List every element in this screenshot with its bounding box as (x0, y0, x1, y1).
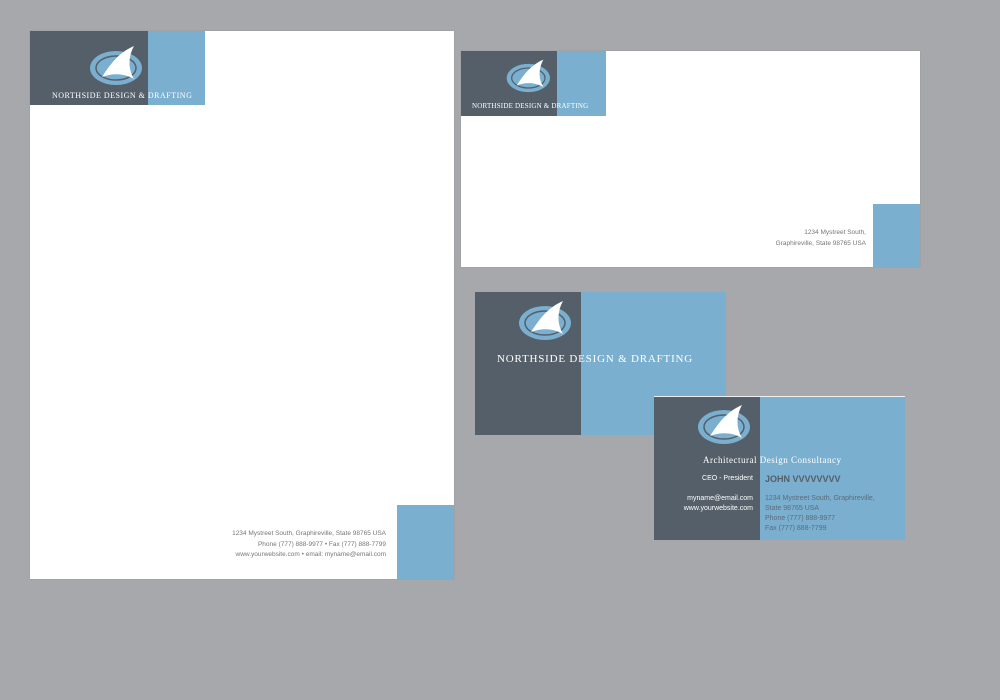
card-name: JOHN VVVVVVVV (765, 474, 841, 484)
letterhead-corner-block (397, 505, 454, 579)
logo-icon (696, 402, 756, 446)
envelope: NORTHSIDE DESIGN & DRAFTING 1234 Mystree… (461, 51, 920, 267)
brand-name: NORTHSIDE DESIGN & DRAFTING (52, 91, 193, 100)
card-address-line1: 1234 Mystreet South, Graphireville, (765, 495, 875, 502)
letterhead-address: 1234 Mystreet South, Graphireville, Stat… (232, 530, 386, 537)
envelope-address-line1: 1234 Mystreet South, (804, 229, 866, 236)
letterhead: NORTHSIDE DESIGN & DRAFTING 1234 Mystree… (30, 31, 454, 579)
card-fax: Fax (777) 888-7799 (765, 525, 827, 532)
business-card-back: Architectural Design Consultancy CEO - P… (654, 396, 905, 540)
logo-icon (88, 43, 148, 87)
brand-name: NORTHSIDE DESIGN & DRAFTING (497, 353, 694, 365)
card-phone: Phone (777) 888-9977 (765, 515, 836, 522)
letterhead-phone: Phone (777) 888-9977 • Fax (777) 888-779… (257, 541, 386, 548)
tagline: Architectural Design Consultancy (703, 455, 842, 465)
envelope-corner-block (873, 204, 920, 267)
card-title: CEO - President (702, 475, 753, 482)
logo-icon (517, 298, 577, 342)
card-address-line2: State 98765 USA (765, 505, 820, 512)
card-website: www.yourwebsite.com (683, 505, 753, 512)
card-email: myname@email.com (687, 495, 753, 502)
letterhead-web: www.yourwebsite.com • email: myname@emai… (235, 551, 386, 558)
brand-name: NORTHSIDE DESIGN & DRAFTING (472, 102, 589, 110)
logo-icon (505, 57, 555, 94)
envelope-address-line2: Graphireville, State 98765 USA (775, 240, 866, 247)
